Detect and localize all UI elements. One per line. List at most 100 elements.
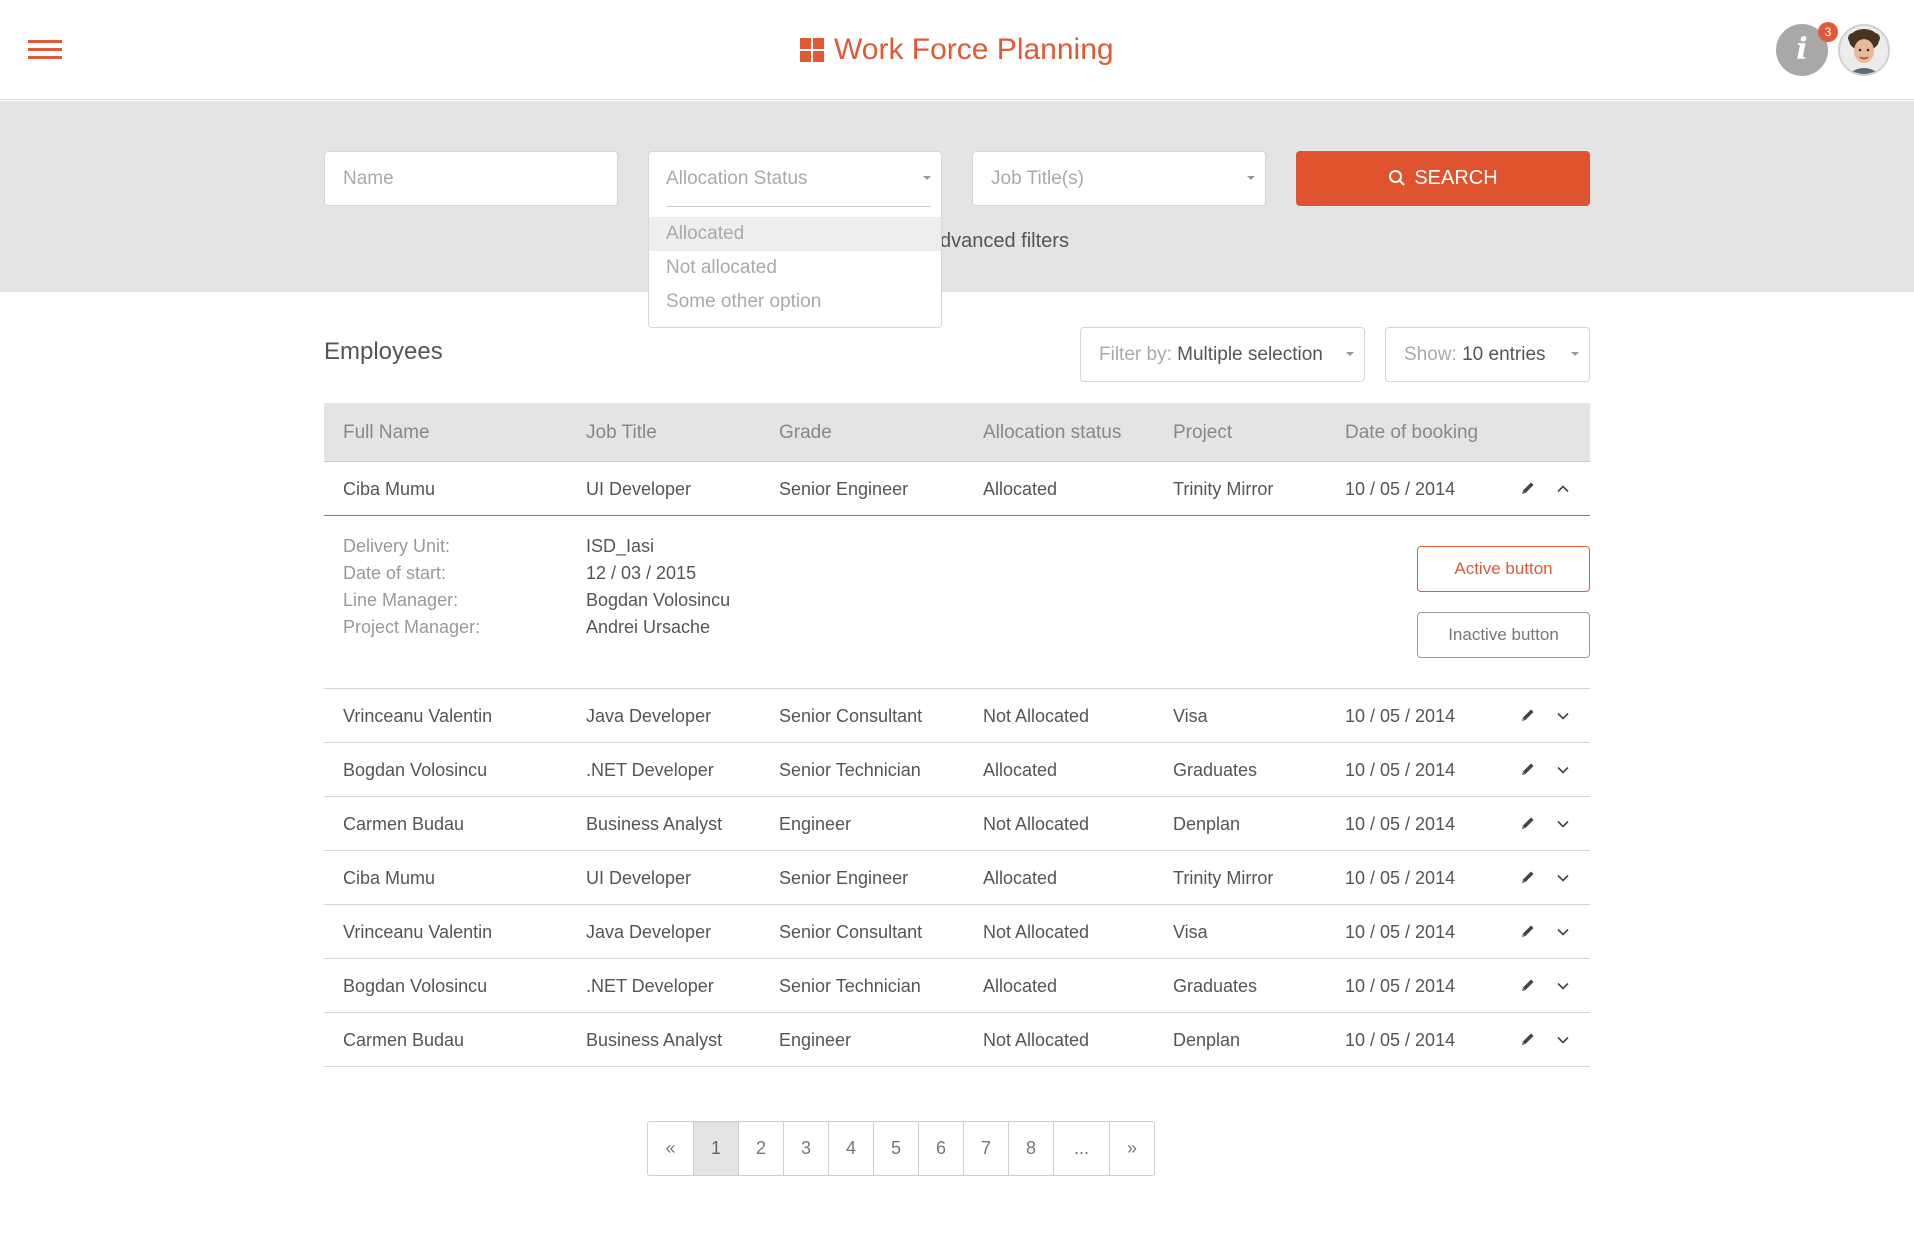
job-title-placeholder: Job Title(s) [991,168,1084,189]
table-cell: Java Developer [586,922,712,942]
expand-button[interactable] [1556,925,1570,939]
detail-label: Delivery Unit: [343,536,451,556]
chevron-down-icon [1557,928,1569,936]
first-page-button[interactable]: « [648,1122,694,1175]
dropdown-option[interactable]: Not allocated [649,251,941,285]
column-header[interactable]: Grade [779,403,832,462]
detail-value: ISD_Iasi [586,536,655,556]
table-cell: Trinity Mirror [1173,868,1274,888]
edit-button[interactable] [1520,869,1536,885]
filter-by-value: Multiple selection [1177,344,1323,365]
edit-button[interactable] [1520,923,1536,939]
table-header: Full Name Job Title Grade Allocation sta… [324,403,1590,462]
table-row[interactable]: Bogdan Volosincu .NET Developer Senior Tec… [324,743,1590,797]
dropdown-option[interactable]: Some other option [649,285,941,319]
page-button[interactable]: 2 [739,1122,784,1175]
table-cell: Not Allocated [983,1030,1090,1050]
page-button[interactable]: 1 [694,1122,739,1175]
edit-button[interactable] [1520,815,1536,831]
table-cell: Ciba Mumu [343,479,436,499]
table-cell: 10 / 05 / 2014 [1345,1030,1456,1050]
table-cell: Vrinceanu Valentin [343,922,493,942]
job-title-select[interactable]: Job Title(s) [972,151,1266,206]
inactive-button: Inactive button [1417,612,1590,658]
name-input[interactable]: Name [324,151,618,206]
filter-by-select[interactable]: Filter by: Multiple selection [1080,327,1365,382]
search-button[interactable]: SEARCH [1296,151,1590,206]
detail-value: Andrei Ursache [586,617,711,637]
page-button[interactable]: 7 [964,1122,1009,1175]
edit-button[interactable] [1520,1031,1536,1047]
page-button[interactable]: 5 [874,1122,919,1175]
column-header[interactable]: Date of booking [1345,403,1478,462]
table-cell: .NET Developer [586,976,714,996]
table-row[interactable]: Carmen Budau Business Analyst Engineer Not … [324,1013,1590,1067]
table-row[interactable]: Vrinceanu Valentin Java Developer Senior C… [324,689,1590,743]
pencil-icon [1522,482,1534,494]
table-cell: Visa [1173,922,1208,942]
detail-label: Line Manager: [343,590,459,610]
expand-button[interactable] [1556,709,1570,723]
table-cell: Senior Engineer [779,868,909,888]
caret-down-icon [923,176,931,180]
edit-button[interactable] [1520,480,1536,496]
caret-down-icon [1571,352,1579,356]
chevron-down-icon [1557,982,1569,990]
info-icon[interactable]: i 3 [1776,22,1838,76]
column-header[interactable]: Project [1173,403,1232,462]
table-cell: Visa [1173,706,1208,726]
table-row[interactable]: Vrinceanu Valentin Java Developer Senior C… [324,905,1590,959]
page-button[interactable]: 3 [784,1122,829,1175]
table-cell: Ciba Mumu [343,868,436,888]
table-cell: Engineer [779,1030,852,1050]
expand-button[interactable] [1556,1033,1570,1047]
table-cell: Not Allocated [983,814,1090,834]
employees-title: Employees [324,338,443,365]
active-button[interactable]: Active button [1417,546,1590,592]
dropdown-options: Allocated Not allocated Some other optio… [649,217,941,319]
hamburger-menu-icon[interactable] [28,40,62,60]
table-cell: UI Developer [586,868,692,888]
advanced-filters-link[interactable]: dvanced filters [940,230,1069,253]
expand-button[interactable] [1556,817,1570,831]
table-cell: Carmen Budau [343,814,465,834]
page-button[interactable]: 8 [1009,1122,1054,1175]
column-header[interactable]: Allocation status [983,403,1121,462]
collapse-button[interactable] [1556,482,1570,496]
column-header[interactable]: Full Name [343,403,430,462]
expand-button[interactable] [1556,979,1570,993]
pagination: « 1 2 3 4 5 6 7 8 ... » [647,1121,1155,1176]
expand-button[interactable] [1556,871,1570,885]
page-ellipsis[interactable]: ... [1054,1122,1110,1175]
caret-down-icon [1346,352,1354,356]
brand[interactable]: Work Force Planning [800,30,1114,70]
expand-button[interactable] [1556,763,1570,777]
table-row[interactable]: Bogdan Volosincu .NET Developer Senior Tec… [324,959,1590,1013]
table-cell: Business Analyst [586,1030,723,1050]
show-entries-select[interactable]: Show: 10 entries [1385,327,1590,382]
table-row[interactable]: Carmen Budau Business Analyst Engineer Not … [324,797,1590,851]
edit-button[interactable] [1520,761,1536,777]
allocation-status-dropdown[interactable]: Allocation Status Allocated Not allocate… [648,151,942,328]
edit-button[interactable] [1520,977,1536,993]
avatar[interactable] [1838,24,1890,76]
table-cell: Senior Consultant [779,706,923,726]
detail-label: Date of start: [343,563,447,583]
table-row[interactable]: Ciba Mumu UI Developer Senior Engineer Allo… [324,851,1590,905]
table-cell: Denplan [1173,814,1241,834]
page-button[interactable]: 4 [829,1122,874,1175]
pencil-icon [1522,1033,1534,1045]
edit-button[interactable] [1520,707,1536,723]
allocation-status-select[interactable]: Allocation Status [666,152,931,207]
dropdown-option[interactable]: Allocated [649,217,941,251]
pencil-icon [1522,709,1534,721]
table-cell: Allocated [983,976,1058,996]
table-cell: Bogdan Volosincu [343,976,488,996]
pencil-icon [1522,871,1534,883]
column-header[interactable]: Job Title [586,403,657,462]
table-cell: Not Allocated [983,706,1090,726]
last-page-button[interactable]: » [1110,1122,1154,1175]
page-button[interactable]: 6 [919,1122,964,1175]
detail-label: Project Manager: [343,617,481,637]
table-row[interactable]: Ciba Mumu UI Developer Senior Engineer Allo… [324,462,1590,516]
